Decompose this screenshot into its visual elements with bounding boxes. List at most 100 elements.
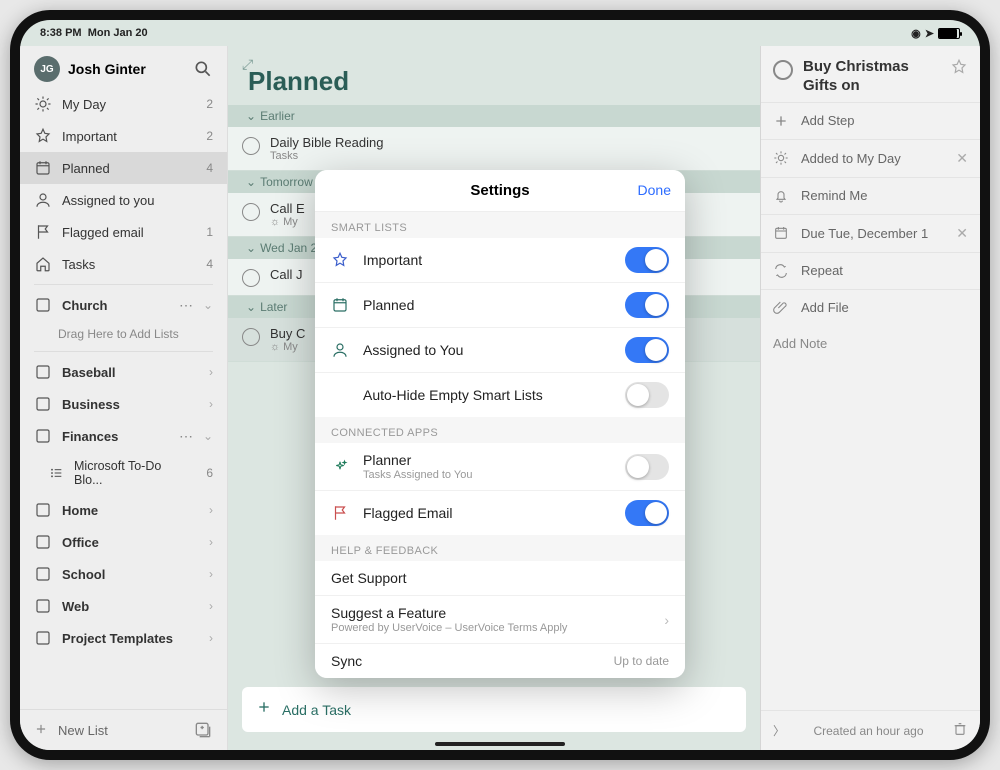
- sidebar-item-church[interactable]: Church⋯⌄: [20, 289, 227, 321]
- new-group-button[interactable]: [193, 720, 213, 740]
- toggle[interactable]: [625, 247, 669, 273]
- sidebar-item-microsoft-to-do-blo...[interactable]: Microsoft To-Do Blo...6: [20, 452, 227, 494]
- chevron-right-icon[interactable]: ›: [209, 599, 213, 613]
- chevron-down-icon: ⌄: [246, 300, 256, 314]
- attach-icon: [773, 300, 789, 316]
- settings-row-auto-hide-empty-smart-lists[interactable]: Auto-Hide Empty Smart Lists: [315, 373, 685, 417]
- sidebar-item-baseball[interactable]: Baseball›: [20, 356, 227, 388]
- expand-icon[interactable]: ⤢: [242, 56, 253, 73]
- sync-row[interactable]: Sync Up to date: [315, 644, 685, 678]
- sidebar-item-planned[interactable]: Planned4: [20, 152, 227, 184]
- settings-row-flagged-email[interactable]: Flagged Email: [315, 491, 685, 535]
- complete-toggle[interactable]: [773, 60, 793, 80]
- repeat-row[interactable]: Repeat: [761, 252, 980, 289]
- sidebar-item-my-day[interactable]: My Day2: [20, 88, 227, 120]
- avatar[interactable]: JG: [34, 56, 60, 82]
- chevron-right-icon[interactable]: ›: [209, 631, 213, 645]
- complete-toggle[interactable]: [242, 137, 260, 155]
- add-note-field[interactable]: Add Note: [761, 326, 980, 361]
- sidebar: JG Josh Ginter My Day2Important2Planned4…: [20, 46, 228, 750]
- group-header[interactable]: ⌄Earlier: [228, 105, 760, 127]
- plus-icon: [34, 721, 48, 739]
- status-bar: 8:38 PM Mon Jan 20 ◉ ➤: [20, 20, 980, 46]
- search-button[interactable]: [193, 59, 213, 79]
- plus-icon: [256, 699, 272, 720]
- hide-detail-button[interactable]: 〉: [773, 722, 785, 739]
- settings-row-planner[interactable]: PlannerTasks Assigned to You: [315, 443, 685, 491]
- calendar-icon: [773, 225, 789, 241]
- status-date: Mon Jan 20: [88, 27, 148, 39]
- account-name[interactable]: Josh Ginter: [68, 61, 185, 77]
- more-icon[interactable]: ⋯: [179, 428, 193, 445]
- list-title: Planned: [228, 46, 760, 105]
- chevron-down-icon: ⌄: [246, 241, 256, 255]
- star-button[interactable]: [950, 58, 968, 81]
- bell-icon: [773, 188, 789, 204]
- repeat-icon: [773, 263, 789, 279]
- chevron-right-icon[interactable]: ›: [209, 365, 213, 379]
- suggest-feature-row[interactable]: Suggest a Feature Powered by UserVoice –…: [315, 596, 685, 644]
- sidebar-item-business[interactable]: Business›: [20, 388, 227, 420]
- toggle[interactable]: [625, 454, 669, 480]
- remove-myday-button[interactable]: ✕: [956, 150, 968, 167]
- remind-row[interactable]: Remind Me: [761, 177, 980, 214]
- home-icon: [34, 255, 52, 273]
- chevron-down-icon: ⌄: [246, 175, 256, 189]
- spark-icon: [331, 458, 349, 476]
- list-icon: [34, 597, 52, 615]
- person-icon: [331, 341, 349, 359]
- remove-due-button[interactable]: ✕: [956, 225, 968, 242]
- sidebar-item-project-templates[interactable]: Project Templates›: [20, 622, 227, 654]
- chevron-right-icon[interactable]: ›: [209, 397, 213, 411]
- location-icon: ➤: [925, 27, 934, 40]
- complete-toggle[interactable]: [242, 203, 260, 221]
- chevron-down-icon[interactable]: ⌄: [203, 429, 213, 443]
- task-row[interactable]: Daily Bible ReadingTasks: [228, 127, 760, 171]
- complete-toggle[interactable]: [242, 328, 260, 346]
- settings-row-planned[interactable]: Planned: [315, 283, 685, 328]
- home-indicator[interactable]: [435, 742, 565, 746]
- settings-row-important[interactable]: Important: [315, 238, 685, 283]
- chevron-down-icon[interactable]: ⌄: [203, 298, 213, 312]
- my-day-row[interactable]: Added to My Day ✕: [761, 139, 980, 177]
- toggle[interactable]: [625, 382, 669, 408]
- star-icon: [331, 251, 349, 269]
- toggle[interactable]: [625, 292, 669, 318]
- more-icon[interactable]: ⋯: [179, 297, 193, 314]
- calendar-icon: [331, 296, 349, 314]
- sidebar-item-school[interactable]: School›: [20, 558, 227, 590]
- add-task-input[interactable]: Add a Task: [242, 687, 746, 732]
- done-button[interactable]: Done: [638, 182, 671, 198]
- battery-icon: [938, 28, 960, 39]
- complete-toggle[interactable]: [242, 269, 260, 287]
- add-step-row[interactable]: Add Step: [761, 102, 980, 139]
- chevron-right-icon[interactable]: ›: [209, 567, 213, 581]
- created-label: Created an hour ago: [793, 724, 944, 738]
- sidebar-item-flagged-email[interactable]: Flagged email1: [20, 216, 227, 248]
- task-title[interactable]: Buy Christmas Gifts on: [803, 58, 940, 96]
- sidebar-item-finances[interactable]: Finances⋯⌄: [20, 420, 227, 452]
- chevron-right-icon[interactable]: ›: [209, 535, 213, 549]
- modal-title: Settings Done: [315, 170, 685, 212]
- sidebar-item-web[interactable]: Web›: [20, 590, 227, 622]
- sidebar-item-important[interactable]: Important2: [20, 120, 227, 152]
- toggle[interactable]: [625, 337, 669, 363]
- sidebar-item-office[interactable]: Office›: [20, 526, 227, 558]
- sidebar-item-tasks[interactable]: Tasks4: [20, 248, 227, 280]
- toggle[interactable]: [625, 500, 669, 526]
- settings-row-assigned-to-you[interactable]: Assigned to You: [315, 328, 685, 373]
- due-row[interactable]: Due Tue, December 1 ✕: [761, 214, 980, 252]
- new-list-label: New List: [58, 723, 108, 738]
- sidebar-item-assigned-to-you[interactable]: Assigned to you: [20, 184, 227, 216]
- delete-task-button[interactable]: [952, 721, 968, 740]
- chevron-right-icon[interactable]: ›: [209, 503, 213, 517]
- section-connected-apps: CONNECTED APPS: [315, 417, 685, 443]
- get-support-row[interactable]: Get Support: [315, 561, 685, 596]
- sidebar-item-home[interactable]: Home›: [20, 494, 227, 526]
- list-icon: [34, 533, 52, 551]
- add-file-row[interactable]: Add File: [761, 289, 980, 326]
- list-icon: [34, 296, 52, 314]
- flag-icon: [34, 223, 52, 241]
- new-list-button[interactable]: New List: [20, 709, 227, 750]
- list-icon: [34, 427, 52, 445]
